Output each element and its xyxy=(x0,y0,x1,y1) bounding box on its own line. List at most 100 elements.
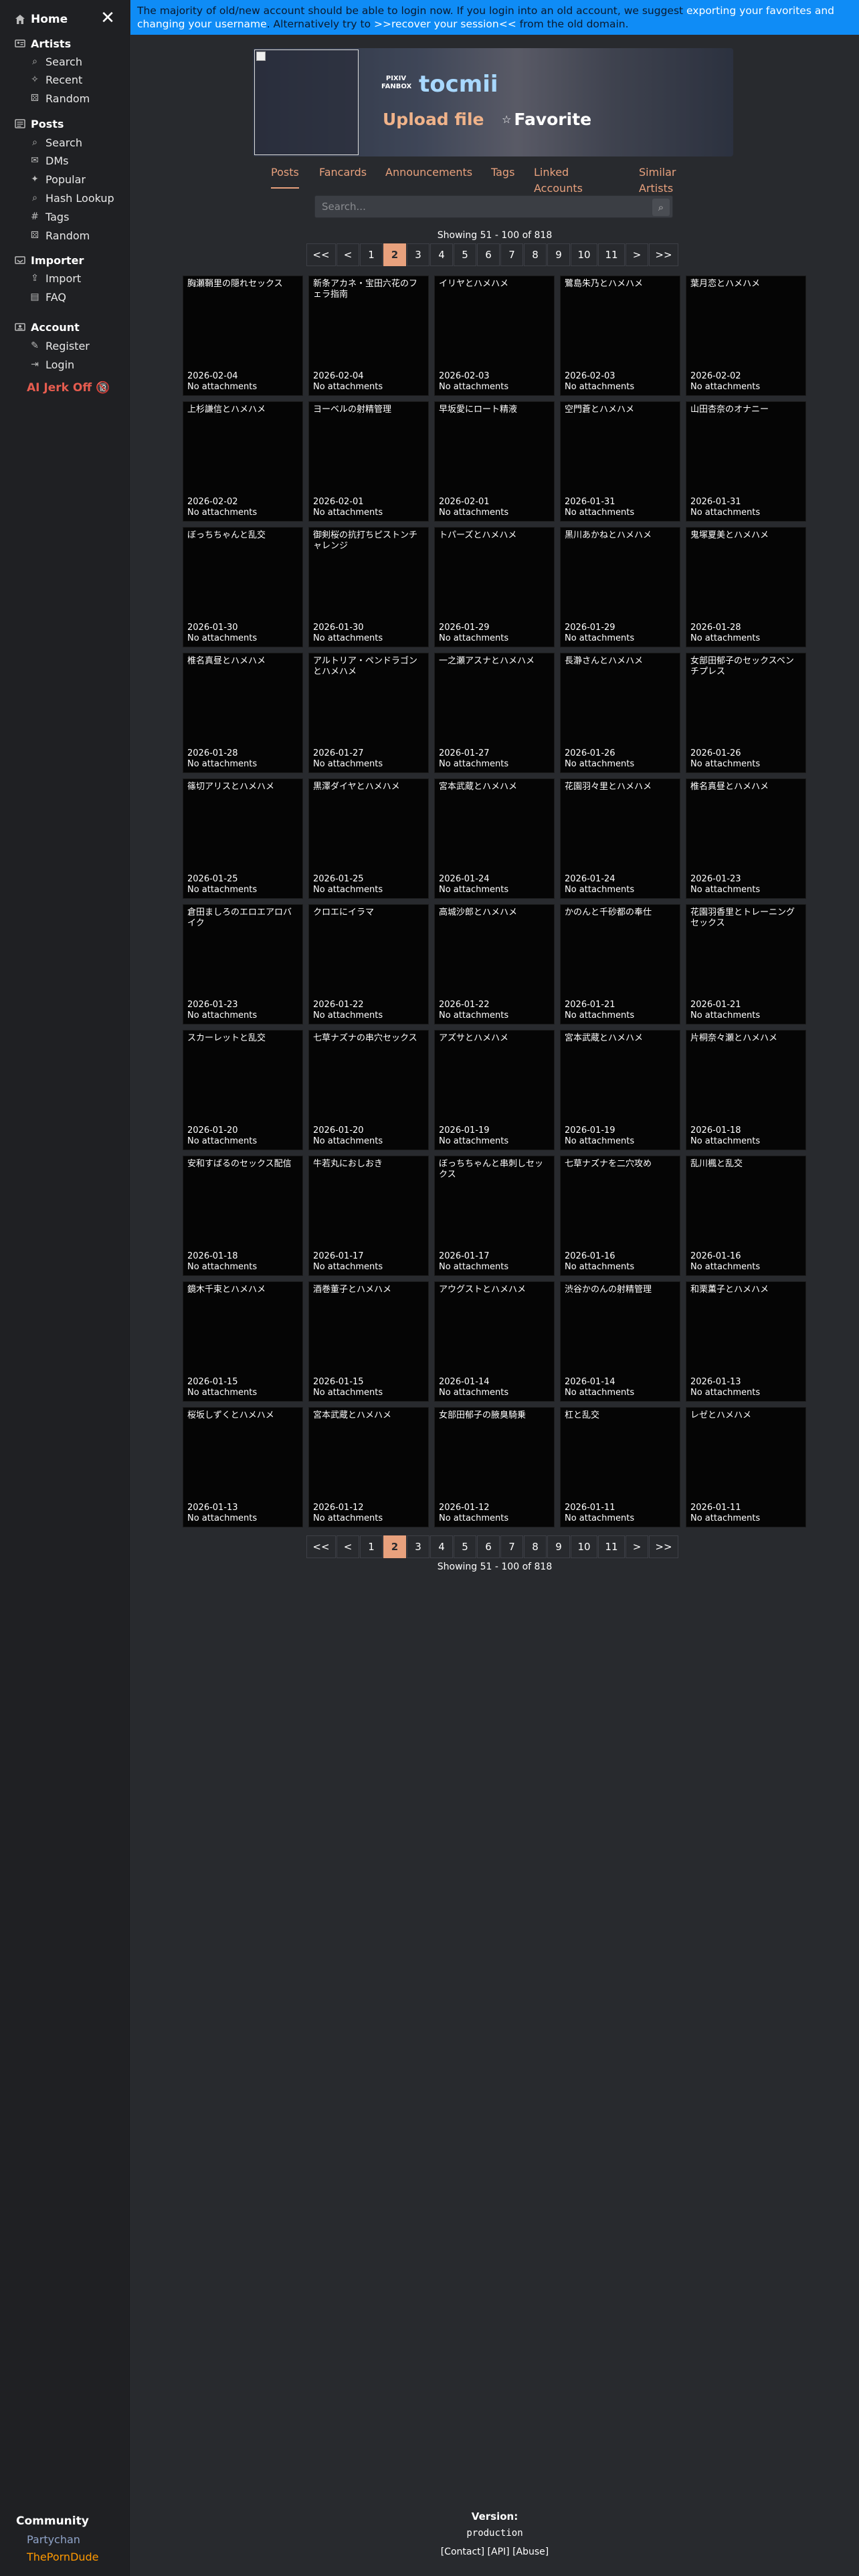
banner-recover-link[interactable]: >>recover your session<< xyxy=(374,18,516,30)
post-card[interactable]: かのんと千砂都の奉仕 2026-01-21 No attachments xyxy=(560,904,680,1025)
page-button[interactable]: 2 xyxy=(383,1535,406,1558)
page-button[interactable]: 10 xyxy=(571,243,597,266)
upload-file-link[interactable]: Upload file xyxy=(383,110,484,129)
post-card[interactable]: 安和すばるのセックス配信 2026-01-18 No attachments xyxy=(183,1156,303,1276)
sidebar-item-register[interactable]: ✎ Register xyxy=(29,338,90,353)
post-card[interactable]: ヨーベルの射精管理 2026-02-01 No attachments xyxy=(308,401,429,522)
page-button[interactable]: >> xyxy=(649,243,678,266)
community-link-partychan[interactable]: Partychan xyxy=(27,2533,80,2546)
search-icon[interactable]: ⌕ xyxy=(652,199,670,216)
post-card[interactable]: 渋谷かのんの射精管理 2026-01-14 No attachments xyxy=(560,1281,680,1402)
page-button[interactable]: << xyxy=(306,243,336,266)
sidebar-item-import[interactable]: ⇪ Import xyxy=(29,271,81,286)
post-card[interactable]: イリヤとハメハメ 2026-02-03 No attachments xyxy=(434,276,555,396)
page-button[interactable]: 7 xyxy=(500,1535,523,1558)
sidebar-item-artists-search[interactable]: ⌕ Search xyxy=(29,54,82,69)
page-button[interactable]: 9 xyxy=(547,1535,570,1558)
post-card[interactable]: ぼっちちゃんと串刺しセックス 2026-01-17 No attachments xyxy=(434,1156,555,1276)
post-card[interactable]: 女部田郁子のセックスベンチプレス 2026-01-26 No attachments xyxy=(686,653,806,773)
sidebar-home[interactable]: Home xyxy=(15,11,68,28)
tab-similar-artists[interactable]: Similar Artists xyxy=(639,165,676,195)
post-card[interactable]: 鷺島朱乃とハメハメ 2026-02-03 No attachments xyxy=(560,276,680,396)
post-card[interactable]: 黒川あかねとハメハメ 2026-01-29 No attachments xyxy=(560,527,680,647)
page-button[interactable]: 11 xyxy=(598,1535,625,1558)
post-card[interactable]: 和栗薫子とハメハメ 2026-01-13 No attachments xyxy=(686,1281,806,1402)
tab-tags[interactable]: Tags xyxy=(491,165,514,189)
post-card[interactable]: 七草ナズナの串穴セックス 2026-01-20 No attachments xyxy=(308,1030,429,1150)
post-card[interactable]: 牛若丸におしおき 2026-01-17 No attachments xyxy=(308,1156,429,1276)
page-button[interactable]: < xyxy=(337,1535,359,1558)
page-button[interactable]: 11 xyxy=(598,243,625,266)
post-card[interactable]: 鏡木千束とハメハメ 2026-01-15 No attachments xyxy=(183,1281,303,1402)
page-button[interactable]: << xyxy=(306,1535,336,1558)
community-link-theporndude[interactable]: ThePornDude xyxy=(27,2551,99,2563)
page-button[interactable]: 4 xyxy=(430,1535,453,1558)
post-card[interactable]: 杠と乱交 2026-01-11 No attachments xyxy=(560,1407,680,1527)
tab-posts[interactable]: Posts xyxy=(271,165,299,189)
post-card[interactable]: 七草ナズナを二穴攻め 2026-01-16 No attachments xyxy=(560,1156,680,1276)
post-card[interactable]: 桜坂しずくとハメハメ 2026-01-13 No attachments xyxy=(183,1407,303,1527)
post-card[interactable]: 花園羽々里とハメハメ 2026-01-24 No attachments xyxy=(560,778,680,899)
page-button[interactable]: 7 xyxy=(500,243,523,266)
page-button[interactable]: 1 xyxy=(360,243,383,266)
post-card[interactable]: 乱川楓と乱交 2026-01-16 No attachments xyxy=(686,1156,806,1276)
post-card[interactable]: 御剣桜の抗打ちピストンチャレンジ 2026-01-30 No attachments xyxy=(308,527,429,647)
page-button[interactable]: > xyxy=(626,1535,648,1558)
page-button[interactable]: 9 xyxy=(547,243,570,266)
tab-announcements[interactable]: Announcements xyxy=(385,165,472,189)
post-card[interactable]: 片桐奈々瀬とハメハメ 2026-01-18 No attachments xyxy=(686,1030,806,1150)
page-button[interactable]: 8 xyxy=(524,243,547,266)
post-card[interactable]: 倉田ましろのエロエアロバイク 2026-01-23 No attachments xyxy=(183,904,303,1025)
sidebar-item-artists-random[interactable]: ⚄ Random xyxy=(29,91,90,106)
close-icon[interactable]: ✕ xyxy=(100,9,115,27)
post-card[interactable]: 鬼塚夏美とハメハメ 2026-01-28 No attachments xyxy=(686,527,806,647)
post-card[interactable]: 早坂愛にロート精液 2026-02-01 No attachments xyxy=(434,401,555,522)
post-card[interactable]: アルトリア・ペンドラゴンとハメハメ 2026-01-27 No attachment… xyxy=(308,653,429,773)
search-input[interactable] xyxy=(315,196,672,217)
post-card[interactable]: 椎名真昼とハメハメ 2026-01-28 No attachments xyxy=(183,653,303,773)
page-button[interactable]: > xyxy=(626,243,648,266)
post-card[interactable]: 胸瀬鞘里の隠れセックス 2026-02-04 No attachments xyxy=(183,276,303,396)
avatar[interactable] xyxy=(254,49,359,155)
post-card[interactable]: スカーレットと乱交 2026-01-20 No attachments xyxy=(183,1030,303,1150)
page-button[interactable]: < xyxy=(337,243,359,266)
sidebar-item-popular[interactable]: ✦ Popular xyxy=(29,172,86,187)
page-button[interactable]: 4 xyxy=(430,243,453,266)
post-card[interactable]: 山田杏奈のオナニー 2026-01-31 No attachments xyxy=(686,401,806,522)
page-button[interactable]: 3 xyxy=(407,243,430,266)
post-card[interactable]: アウグストとハメハメ 2026-01-14 No attachments xyxy=(434,1281,555,1402)
favorite-button[interactable]: ☆ Favorite xyxy=(502,110,591,129)
sidebar-ai-link[interactable]: AI Jerk Off 🔞 xyxy=(27,381,110,395)
post-card[interactable]: 椎名真昼とハメハメ 2026-01-23 No attachments xyxy=(686,778,806,899)
sidebar-item-faq[interactable]: ▤ FAQ xyxy=(29,290,66,304)
page-button[interactable]: 6 xyxy=(477,1535,500,1558)
post-card[interactable]: 空門蒼とハメハメ 2026-01-31 No attachments xyxy=(560,401,680,522)
post-card[interactable]: 宮本武蔵とハメハメ 2026-01-12 No attachments xyxy=(308,1407,429,1527)
post-card[interactable]: レゼとハメハメ 2026-01-11 No attachments xyxy=(686,1407,806,1527)
post-card[interactable]: 篠切アリスとハメハメ 2026-01-25 No attachments xyxy=(183,778,303,899)
post-card[interactable]: 女部田郁子の腋臭騎乗 2026-01-12 No attachments xyxy=(434,1407,555,1527)
post-card[interactable]: 酒巻董子とハメハメ 2026-01-15 No attachments xyxy=(308,1281,429,1402)
page-button[interactable]: 3 xyxy=(407,1535,430,1558)
sidebar-item-hash-lookup[interactable]: ⌕ Hash Lookup xyxy=(29,191,114,205)
sidebar-item-dms[interactable]: ✉ DMs xyxy=(29,153,68,168)
sidebar-item-posts-random[interactable]: ⚄ Random xyxy=(29,228,90,243)
page-button[interactable]: 6 xyxy=(477,243,500,266)
sidebar-item-tags[interactable]: # Tags xyxy=(29,209,69,224)
tab-fancards[interactable]: Fancards xyxy=(319,165,367,189)
page-button[interactable]: 1 xyxy=(360,1535,383,1558)
post-card[interactable]: 長瀞さんとハメハメ 2026-01-26 No attachments xyxy=(560,653,680,773)
sidebar-item-login[interactable]: ⇥ Login xyxy=(29,357,74,372)
tab-linked-accounts[interactable]: Linked Accounts xyxy=(534,165,583,195)
footer-links[interactable]: [Contact] [API] [Abuse] xyxy=(130,2547,859,2557)
page-button[interactable]: 5 xyxy=(454,1535,476,1558)
post-card[interactable]: トパーズとハメハメ 2026-01-29 No attachments xyxy=(434,527,555,647)
post-card[interactable]: アズサとハメハメ 2026-01-19 No attachments xyxy=(434,1030,555,1150)
post-card[interactable]: クロエにイラマ 2026-01-22 No attachments xyxy=(308,904,429,1025)
page-button[interactable]: 10 xyxy=(571,1535,597,1558)
page-button[interactable]: 2 xyxy=(383,243,406,266)
post-card[interactable]: 新条アカネ・宝田六花のフェラ指南 2026-02-04 No attachments xyxy=(308,276,429,396)
post-card[interactable]: 宮本武蔵とハメハメ 2026-01-19 No attachments xyxy=(560,1030,680,1150)
post-card[interactable]: 黒澤ダイヤとハメハメ 2026-01-25 No attachments xyxy=(308,778,429,899)
post-card[interactable]: 高城沙郎とハメハメ 2026-01-22 No attachments xyxy=(434,904,555,1025)
